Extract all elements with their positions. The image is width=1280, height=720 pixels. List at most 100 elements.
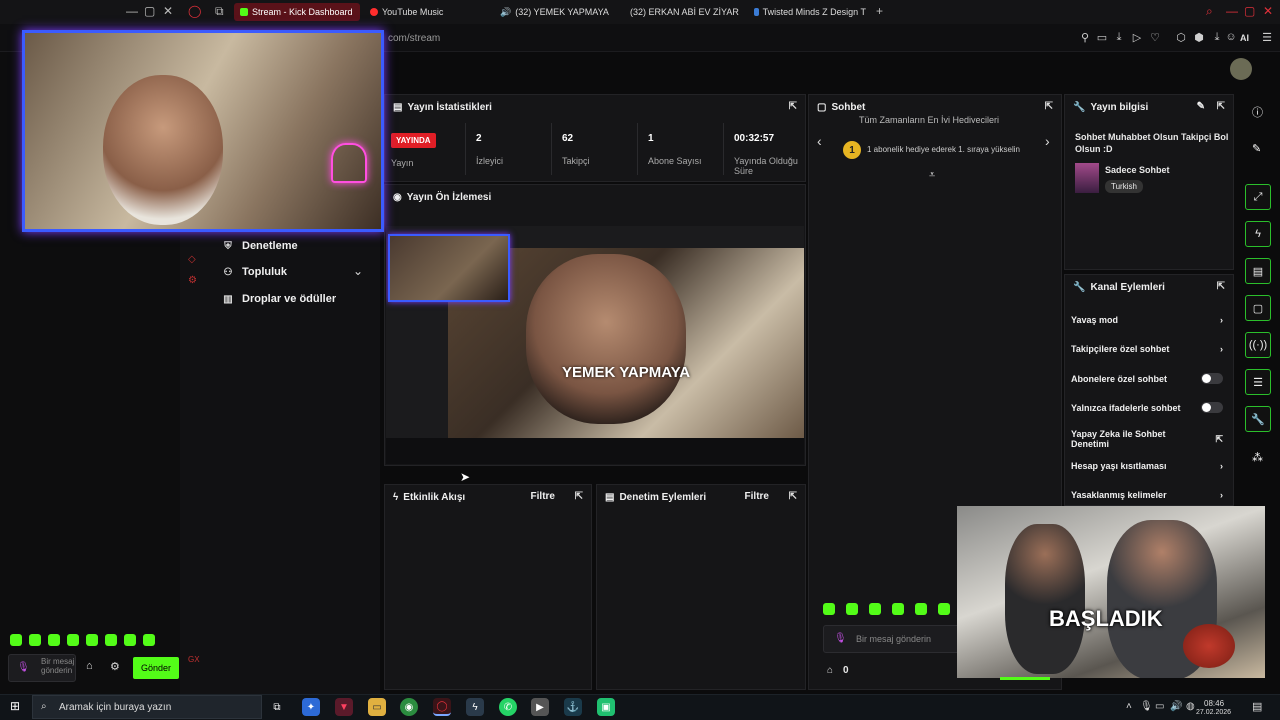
snapshot-icon[interactable]: ▭	[1095, 31, 1109, 44]
filter-button[interactable]: Filtre	[531, 491, 555, 502]
rail-button-chat[interactable]: ▢	[1245, 295, 1271, 321]
maximize-icon[interactable]: ▢	[144, 4, 155, 18]
app-icon[interactable]: ▼	[335, 698, 353, 716]
clock-time[interactable]: 08:46	[1204, 699, 1224, 708]
popout-icon[interactable]: ⇱	[789, 101, 797, 112]
send-button[interactable]: Gönder	[133, 657, 179, 679]
toggle-switch[interactable]	[1201, 373, 1223, 384]
gear-icon[interactable]: ⚙	[110, 660, 120, 673]
action-banned-words[interactable]: Yasaklanmış kelimeler ›	[1071, 490, 1223, 500]
taskbar-search[interactable]: ⌕ Aramak için buraya yazın	[32, 695, 262, 719]
emote-icon[interactable]	[823, 603, 835, 615]
opera-gx-icon[interactable]: ◯	[433, 698, 451, 716]
chat-input[interactable]: 🎙 Bir mesaj gönderin	[823, 625, 973, 653]
popout-icon[interactable]: ⇱	[1045, 101, 1053, 112]
nav-denetleme[interactable]: ⛨ Denetleme	[222, 240, 297, 252]
emote-icon[interactable]	[48, 634, 60, 646]
microphone-icon[interactable]: 🎙	[1140, 701, 1153, 712]
microphone-icon[interactable]: 🎙	[834, 633, 847, 644]
rail-button-activity[interactable]: ϟ	[1245, 221, 1271, 247]
url-text[interactable]: com/stream	[388, 33, 440, 44]
action-account-age[interactable]: Hesap yaşı kısıtlaması ›	[1071, 461, 1223, 471]
clock-date[interactable]: 27.02.2026	[1196, 709, 1231, 716]
rail-button-layout[interactable]: ☰	[1245, 369, 1271, 395]
chrome-icon[interactable]: ◉	[400, 698, 418, 716]
emote-icon[interactable]	[10, 634, 22, 646]
task-view-icon[interactable]: ⧉	[268, 698, 286, 716]
chevron-right-icon[interactable]: ›	[1045, 133, 1050, 149]
popout-icon[interactable]: ⇱	[789, 491, 797, 502]
tab-twisted-minds[interactable]: Twisted Minds Z Design T	[748, 3, 872, 21]
nav-topluluk[interactable]: ⚇ Topluluk	[222, 266, 288, 278]
media-player-icon[interactable]: ▶	[531, 698, 549, 716]
new-tab-button[interactable]: +	[876, 4, 883, 18]
whatsapp-icon[interactable]: ✆	[499, 698, 517, 716]
store-icon[interactable]: ⌂	[86, 660, 93, 672]
action-emotes-only[interactable]: Yalnızca ifadelerle sohbet	[1071, 402, 1223, 413]
tab-kick-dashboard[interactable]: Stream - Kick Dashboard	[234, 3, 360, 21]
popout-icon[interactable]: ⇱	[1217, 101, 1225, 112]
emote-icon[interactable]	[105, 634, 117, 646]
action-slow-mode[interactable]: Yavaş mod ›	[1071, 315, 1223, 325]
notifications-icon[interactable]: ▤	[1252, 700, 1262, 713]
tab-yemek-yapmaya[interactable]: 🔊 (32) YEMEK YAPMAYA	[490, 3, 614, 21]
speaker-icon[interactable]: 🔊	[500, 7, 511, 18]
pin-icon[interactable]: ⚲	[1078, 31, 1092, 44]
opera-logo-icon[interactable]: ◯	[188, 4, 201, 18]
minimize-icon[interactable]: —	[126, 4, 138, 18]
vpn-icon[interactable]: ⬢	[1192, 31, 1206, 44]
action-followers-only[interactable]: Takipçilere özel sohbet ›	[1071, 344, 1223, 354]
rail-button-broadcast[interactable]: ((·))	[1245, 332, 1271, 358]
collapse-icon[interactable]: ⩡	[929, 169, 935, 182]
tray-chevron-icon[interactable]: ˄	[1126, 701, 1132, 712]
preview-video[interactable]: YEMEK YAPMAYA	[386, 226, 804, 464]
popout-icon[interactable]: ⇱	[575, 491, 583, 502]
action-ai-moderation[interactable]: Yapay Zeka ile Sohbet Denetimi ⇱	[1071, 429, 1223, 449]
avatar[interactable]	[1230, 58, 1252, 80]
menu-icon[interactable]: ☰	[1260, 31, 1274, 44]
emote-icon[interactable]	[29, 634, 41, 646]
network-icon[interactable]: ◍	[1186, 701, 1195, 712]
action-subscribers-only[interactable]: Abonelere özel sohbet	[1071, 373, 1223, 384]
toggle-switch[interactable]	[1201, 402, 1223, 413]
close-icon[interactable]: ✕	[1263, 4, 1273, 18]
pencil-icon[interactable]: ✎	[1252, 142, 1261, 155]
kick-app-icon[interactable]: ▣	[597, 698, 615, 716]
overlay-chat-input[interactable]: 🎙 Bir mesaj gönderin	[8, 654, 76, 682]
close-icon[interactable]: ✕	[163, 4, 173, 18]
emote-icon[interactable]	[869, 603, 881, 615]
rail-button-expand[interactable]: ⤢	[1245, 184, 1271, 210]
downloads-icon[interactable]: ⤓	[1210, 31, 1224, 44]
emote-icon[interactable]	[938, 603, 950, 615]
app-icon[interactable]: ϟ	[466, 698, 484, 716]
heart-icon[interactable]: ♡	[1148, 31, 1162, 44]
windows-start-icon[interactable]: ⊞	[10, 699, 20, 713]
filter-button[interactable]: Filtre	[745, 491, 769, 502]
tab-erkan-abi[interactable]: (32) ERKAN ABİ EV ZİYAR	[620, 3, 742, 21]
edit-icon[interactable]: ✎	[1197, 101, 1205, 112]
ai-button[interactable]: AI	[1240, 33, 1249, 43]
tab-youtube-music[interactable]: YouTube Music	[364, 3, 484, 21]
sidebar-icon[interactable]: ◇	[188, 254, 196, 265]
maximize-icon[interactable]: ▢	[1244, 4, 1255, 18]
account-icon[interactable]: ☺	[1224, 31, 1238, 43]
volume-icon[interactable]: 🔊	[1170, 701, 1182, 712]
copilot-icon[interactable]: ✦	[302, 698, 320, 716]
emote-icon[interactable]	[915, 603, 927, 615]
minimize-icon[interactable]: —	[1226, 4, 1238, 18]
widgets-icon[interactable]: ⁂	[1252, 451, 1263, 464]
pip-video[interactable]: BAŞLADIK	[957, 506, 1265, 678]
search-tabs-icon[interactable]: ⌕	[1206, 4, 1213, 19]
file-explorer-icon[interactable]: ▭	[368, 698, 386, 716]
play-icon[interactable]: ▷	[1130, 31, 1144, 44]
rail-button-log[interactable]: ▤	[1245, 258, 1271, 284]
emote-icon[interactable]	[67, 634, 79, 646]
popout-icon[interactable]: ⇱	[1217, 281, 1225, 292]
info-icon[interactable]: ⓘ	[1252, 104, 1263, 120]
settings-icon[interactable]: ⚙	[188, 275, 197, 286]
emote-icon[interactable]	[86, 634, 98, 646]
store-icon[interactable]: ⌂	[827, 665, 833, 676]
emote-icon[interactable]	[124, 634, 136, 646]
tab-manager-icon[interactable]: ⧉	[215, 4, 224, 19]
emote-icon[interactable]	[846, 603, 858, 615]
